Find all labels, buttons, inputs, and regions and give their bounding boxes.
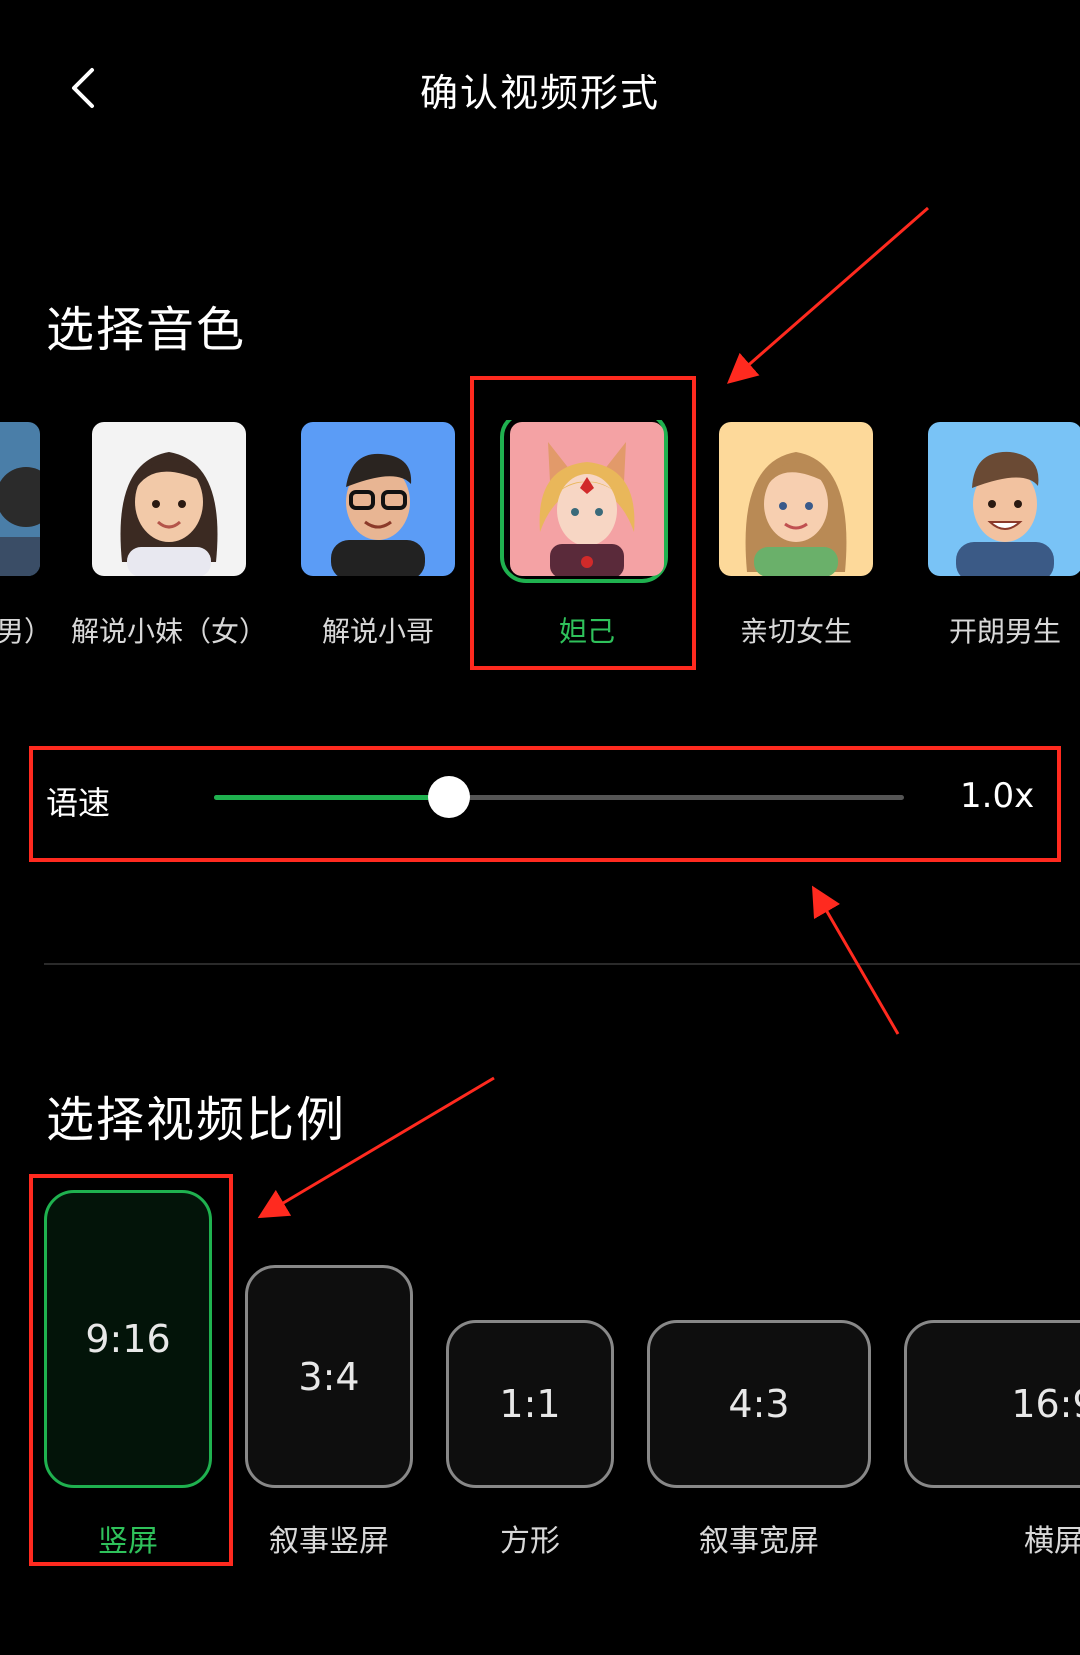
arrow-to-speed [811,885,900,1035]
arrow-to-ratio [257,1076,495,1219]
arrow-to-voice [726,206,929,384]
annotation-arrows [257,206,929,1219]
